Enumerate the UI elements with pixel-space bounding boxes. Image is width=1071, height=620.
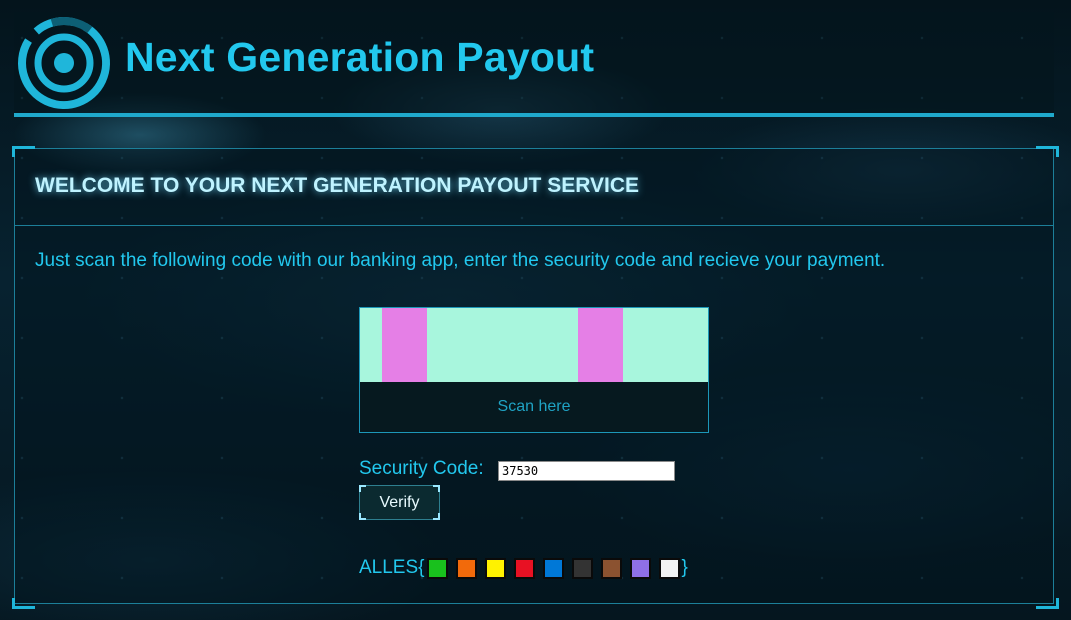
scan-code-image [360,308,708,382]
flag-swatches [426,557,682,579]
panel-divider [15,225,1053,226]
color-swatch [484,557,506,579]
color-swatch [455,557,477,579]
page-title: Next Generation Payout [125,34,595,80]
button-corner [359,513,366,520]
scan-here-label[interactable]: Scan here [360,398,708,416]
button-corner [433,513,440,520]
scan-box[interactable]: Scan here [359,307,709,433]
verify-button[interactable]: Verify [359,485,440,520]
flag-prefix: ALLES{ [359,557,425,578]
color-swatch [629,557,651,579]
instructions-text: Just scan the following code with our ba… [35,250,886,271]
color-swatch [426,557,448,579]
color-swatch [658,557,680,579]
color-swatch [513,557,535,579]
target-logo-icon [18,17,110,109]
security-code-label: Security Code: [359,458,484,479]
flag-row: ALLES{ } [359,555,688,581]
color-swatch [571,557,593,579]
flag-suffix: } [681,557,688,578]
panel-corner-bottom-left [12,598,35,609]
panel-corner-top-left [12,146,35,157]
security-code-input[interactable] [498,461,675,481]
button-corner [433,485,440,492]
color-swatch [542,557,564,579]
panel-corner-top-right [1036,146,1059,157]
scan-code-bar [382,308,427,382]
color-swatch [600,557,622,579]
panel-corner-bottom-right [1036,598,1059,609]
header-underline [14,113,1054,117]
verify-button-label: Verify [379,493,420,511]
button-corner [359,485,366,492]
scan-code-bar [578,308,623,382]
panel-heading: WELCOME TO YOUR NEXT GENERATION PAYOUT S… [35,174,640,197]
